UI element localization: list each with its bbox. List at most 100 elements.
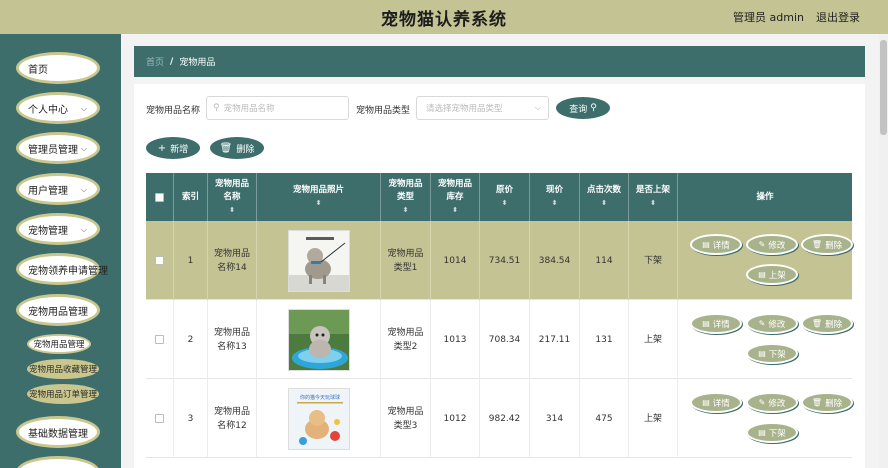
cell-type: 宠物用品类型2 bbox=[381, 300, 431, 379]
cell-stock: 1012 bbox=[431, 379, 480, 458]
sidebar-subitem-favorites[interactable]: 宠物用品收藏管理 bbox=[27, 359, 99, 379]
delete-button[interactable]: 🗑 删除 bbox=[210, 137, 264, 159]
row-checkbox[interactable] bbox=[146, 300, 174, 379]
header-current-price[interactable]: 现价 ⬍ bbox=[530, 173, 580, 221]
cell-clicks: 131 bbox=[580, 300, 629, 379]
cell-clicks: 114 bbox=[580, 221, 629, 300]
cell-type: 宠物用品类型1 bbox=[381, 221, 431, 300]
chevron-down-icon: ⌵ bbox=[80, 225, 87, 234]
chevron-down-icon: ⌵ bbox=[80, 104, 87, 113]
product-image[interactable]: 你的猫今天玩球球 bbox=[287, 387, 350, 450]
cell-clicks: 475 bbox=[580, 379, 629, 458]
sidebar-item-basic-data[interactable]: 基础数据管理 bbox=[16, 416, 100, 448]
cell-photo: 你的猫今天玩球球 bbox=[257, 379, 381, 458]
header-type[interactable]: 宠物用品类型 ⬍ bbox=[381, 173, 431, 221]
cell-original-price: 734.51 bbox=[480, 221, 530, 300]
document-icon: ▤ bbox=[702, 319, 710, 328]
delete-row-button[interactable]: 🗑 删除 bbox=[801, 234, 853, 255]
sidebar-item-home[interactable]: 首页 bbox=[16, 52, 100, 84]
cell-current-price: 314 bbox=[530, 379, 580, 458]
edit-button[interactable]: ✎ 修改 bbox=[746, 392, 798, 413]
sidebar-item-more[interactable] bbox=[16, 456, 100, 468]
breadcrumb-home[interactable]: 首页 bbox=[146, 55, 164, 68]
cell-original-price: 708.34 bbox=[480, 300, 530, 379]
detail-button[interactable]: ▤ 详情 bbox=[690, 313, 742, 334]
edit-button[interactable]: ✎ 修改 bbox=[746, 313, 798, 334]
table-row: 3 宠物用品名称12 你的猫今天玩球球 宠物用品类型3 1012 982.42 … bbox=[146, 379, 853, 458]
pencil-icon: ✎ bbox=[758, 319, 766, 328]
search-name-input[interactable]: ⚲ 宠物用品名称 bbox=[206, 96, 349, 120]
breadcrumb: 首页 / 宠物用品 bbox=[134, 46, 865, 77]
search-icon: ⚲ bbox=[213, 103, 220, 113]
current-user: 管理员 admin bbox=[733, 11, 804, 24]
breadcrumb-current: 宠物用品 bbox=[179, 58, 216, 68]
chevron-down-icon: ⌵ bbox=[80, 185, 87, 194]
document-icon: ▤ bbox=[758, 428, 766, 437]
sort-icon: ⬍ bbox=[229, 205, 235, 214]
header-original-price[interactable]: 原价 ⬍ bbox=[480, 173, 530, 221]
header-photo[interactable]: 宠物用品照片 ⬍ bbox=[257, 173, 381, 221]
search-icon: ⚲ bbox=[590, 103, 597, 113]
cell-current-price: 217.11 bbox=[530, 300, 580, 379]
sidebar-item-label: 用户管理 bbox=[28, 185, 68, 197]
cell-photo bbox=[257, 221, 381, 300]
sort-icon: ⬍ bbox=[501, 199, 508, 207]
cell-status: 下架 bbox=[629, 221, 678, 300]
document-icon: ▤ bbox=[758, 270, 766, 279]
cell-name: 宠物用品名称13 bbox=[208, 300, 257, 379]
sidebar-item-adoption[interactable]: 宠物领养申请管理 bbox=[16, 253, 108, 285]
table-header: 索引 宠物用品名称 ⬍ 宠物用品照片 ⬍ 宠物用品类型 ⬍ 宠物用品库存 ⬍ 原价 ⬍ 现… bbox=[146, 173, 852, 221]
logout-link[interactable]: 退出登录 bbox=[816, 9, 860, 25]
cell-stock: 1014 bbox=[431, 221, 480, 300]
scrollbar-thumb[interactable] bbox=[880, 40, 887, 135]
select-all-checkbox[interactable] bbox=[146, 173, 174, 221]
cell-name: 宠物用品名称12 bbox=[208, 379, 257, 458]
sidebar-item-users[interactable]: 用户管理 ⌵ bbox=[16, 173, 100, 205]
cell-photo bbox=[257, 300, 381, 379]
delete-row-button[interactable]: 🗑 删除 bbox=[801, 392, 853, 413]
row-checkbox[interactable] bbox=[146, 221, 174, 300]
query-button[interactable]: 查询 ⚲ bbox=[556, 97, 610, 119]
toggle-listing-button[interactable]: ▤ 下架 bbox=[746, 422, 798, 443]
cell-name: 宠物用品名称14 bbox=[208, 221, 257, 300]
search-name-placeholder: 宠物用品名称 bbox=[223, 104, 275, 114]
header-stock[interactable]: 宠物用品库存 ⬍ bbox=[431, 173, 480, 221]
edit-button[interactable]: ✎ 修改 bbox=[746, 234, 798, 255]
sort-icon: ⬍ bbox=[551, 199, 558, 207]
header-status[interactable]: 是否上架 ⬍ bbox=[629, 173, 678, 221]
delete-row-button[interactable]: 🗑 删除 bbox=[801, 313, 853, 334]
cell-index: 1 bbox=[174, 221, 208, 300]
sidebar-item-label: 宠物管理 bbox=[28, 225, 68, 237]
detail-button[interactable]: ▤ 详情 bbox=[690, 234, 742, 255]
content-panel: 宠物用品名称 ⚲ 宠物用品名称 宠物用品类型 请选择宠物用品类型 ⌵ 查询 ⚲ … bbox=[134, 84, 865, 468]
product-image[interactable] bbox=[287, 229, 350, 292]
header-clicks[interactable]: 点击次数 ⬍ bbox=[580, 173, 629, 221]
detail-button[interactable]: ▤ 详情 bbox=[690, 392, 742, 413]
toggle-listing-button[interactable]: ▤ 上架 bbox=[746, 264, 798, 285]
top-bar: 宠物猫认养系统 管理员 admin 退出登录 bbox=[0, 0, 888, 34]
sidebar-subitem-orders[interactable]: 宠物用品订单管理 bbox=[27, 384, 99, 404]
sort-icon: ⬍ bbox=[315, 199, 322, 207]
search-type-select[interactable]: 请选择宠物用品类型 ⌵ bbox=[416, 96, 549, 120]
sidebar-item-label: 基础数据管理 bbox=[28, 428, 88, 440]
plus-icon: + bbox=[157, 142, 167, 154]
sidebar-item-pets[interactable]: 宠物管理 ⌵ bbox=[16, 213, 100, 245]
header-index[interactable]: 索引 bbox=[174, 173, 208, 221]
sort-icon: ⬍ bbox=[650, 199, 656, 207]
sidebar-item-label: 首页 bbox=[28, 64, 48, 76]
search-name-label: 宠物用品名称 bbox=[146, 106, 201, 116]
sort-icon: ⬍ bbox=[402, 205, 409, 214]
page-scrollbar[interactable] bbox=[879, 34, 888, 468]
chevron-down-icon: ⌵ bbox=[80, 144, 87, 153]
toggle-listing-button[interactable]: ▤ 下架 bbox=[746, 343, 798, 364]
sidebar-subitem-supplies[interactable]: 宠物用品管理 bbox=[27, 334, 91, 354]
trash-icon: 🗑 bbox=[811, 240, 823, 249]
sidebar-item-supplies[interactable]: 宠物用品管理 bbox=[16, 294, 100, 326]
header-name[interactable]: 宠物用品名称 ⬍ bbox=[208, 173, 257, 221]
cell-type: 宠物用品类型3 bbox=[381, 379, 431, 458]
sidebar-item-admin[interactable]: 管理员管理 ⌵ bbox=[16, 132, 100, 164]
sidebar-item-profile[interactable]: 个人中心 ⌵ bbox=[16, 92, 100, 124]
product-image[interactable] bbox=[287, 308, 350, 371]
add-button[interactable]: + 新增 bbox=[146, 137, 200, 159]
row-checkbox[interactable] bbox=[146, 379, 174, 458]
